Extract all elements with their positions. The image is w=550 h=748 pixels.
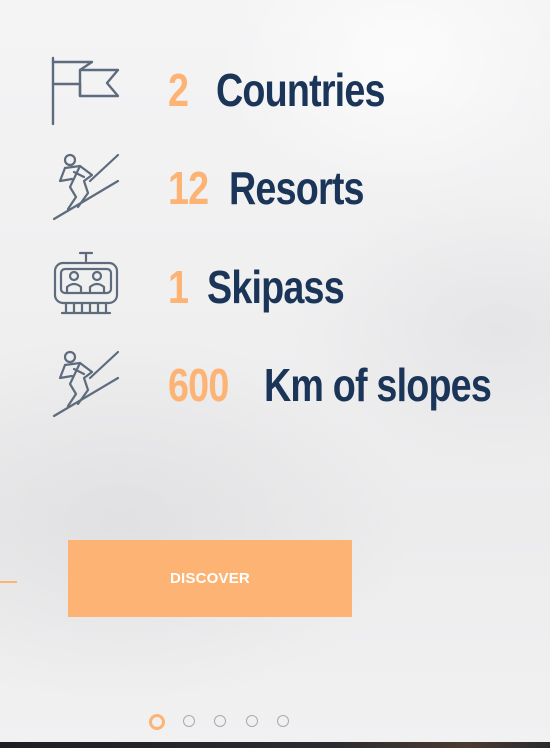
stat-number: 1 [168,261,189,313]
pagination-dot-5[interactable] [277,715,289,727]
cable-car-icon [50,251,122,323]
pagination-dot-1[interactable] [149,714,165,730]
pagination-dot-3[interactable] [214,715,226,727]
stat-number: 12 [168,162,209,214]
stat-label: Km of slopes [264,359,492,411]
stat-countries: 2 Countries [0,45,550,135]
stat-number: 2 [168,64,189,116]
skier-icon [50,151,122,223]
bottom-strip [0,742,550,748]
stat-label: Skipass [207,261,345,313]
stat-slopes: 600 Km of slopes [0,340,550,430]
stat-resorts: 12 Resorts [0,143,550,233]
accent-line [0,581,17,583]
stat-label: Countries [216,64,385,116]
skier-icon [50,348,122,420]
discover-button[interactable]: DISCOVER [68,540,352,617]
stat-label: Resorts [229,162,365,214]
stat-number: 600 [168,359,229,411]
pagination-dot-2[interactable] [183,715,195,727]
pagination-dot-4[interactable] [246,715,258,727]
flag-icon [50,54,122,126]
stat-skipass: 1 Skipass [0,242,550,332]
